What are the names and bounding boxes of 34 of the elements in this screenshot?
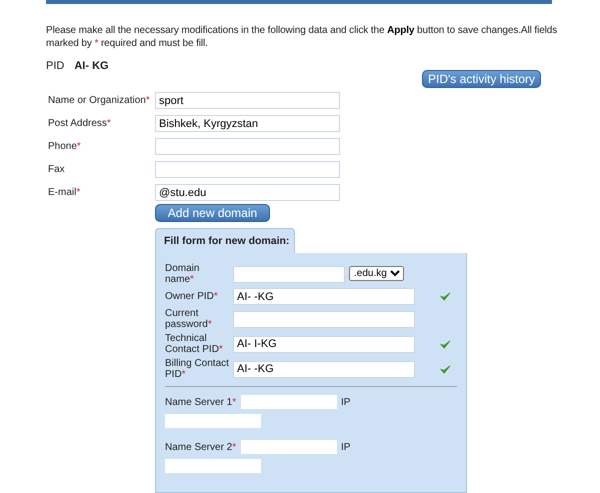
input-field[interactable]: sport [155,92,340,109]
pid-label: PID [46,60,64,72]
activity-history-button[interactable]: PID's activity history [422,70,541,88]
input-field[interactable]: AI- I-KG [233,336,415,352]
instructions-text: Please make all the necessary modifications in the following data and click the Apply button to save changes.All fields marked by * required and must be fill. [46,24,558,50]
input-field[interactable] [155,138,340,155]
field-label: Billing Contact PID* [165,358,230,380]
input-field[interactable]: Bishkek, Kyrgyzstan [155,115,340,132]
input-field[interactable] [233,266,345,282]
input-field[interactable] [155,161,340,178]
ip-input-field[interactable] [165,459,261,473]
field-label: Name Server 2* [165,442,238,452]
field-label: Name Server 1* [165,396,238,408]
add-domain-button[interactable]: Add new domain [155,204,270,222]
pid-value: AI- KG [74,60,109,72]
field-label: Technical Contact PID* [165,333,224,355]
ip-input-field[interactable] [165,414,261,428]
ip-label: IP [341,396,350,408]
field-label: Fax [48,164,66,175]
input-field[interactable]: AI- -KG [233,360,415,378]
input-field[interactable]: AI- -KG [233,288,415,305]
input-field[interactable] [241,440,337,454]
zone-dropdown[interactable]: .edu.kg [349,266,404,280]
field-label: Phone* [48,141,82,152]
input-field[interactable]: @stu.edu [155,184,340,201]
field-label: E-mail* [48,187,82,198]
field-label: Current password* [165,308,213,330]
field-label: Post Address* [48,118,112,129]
field-label: Owner PID* [165,291,219,302]
input-field[interactable] [241,395,337,409]
ip-label: IP [341,442,350,452]
field-label: Name or Organization* [48,95,151,106]
field-label: Domain name* [165,263,200,285]
input-field[interactable] [233,310,415,328]
